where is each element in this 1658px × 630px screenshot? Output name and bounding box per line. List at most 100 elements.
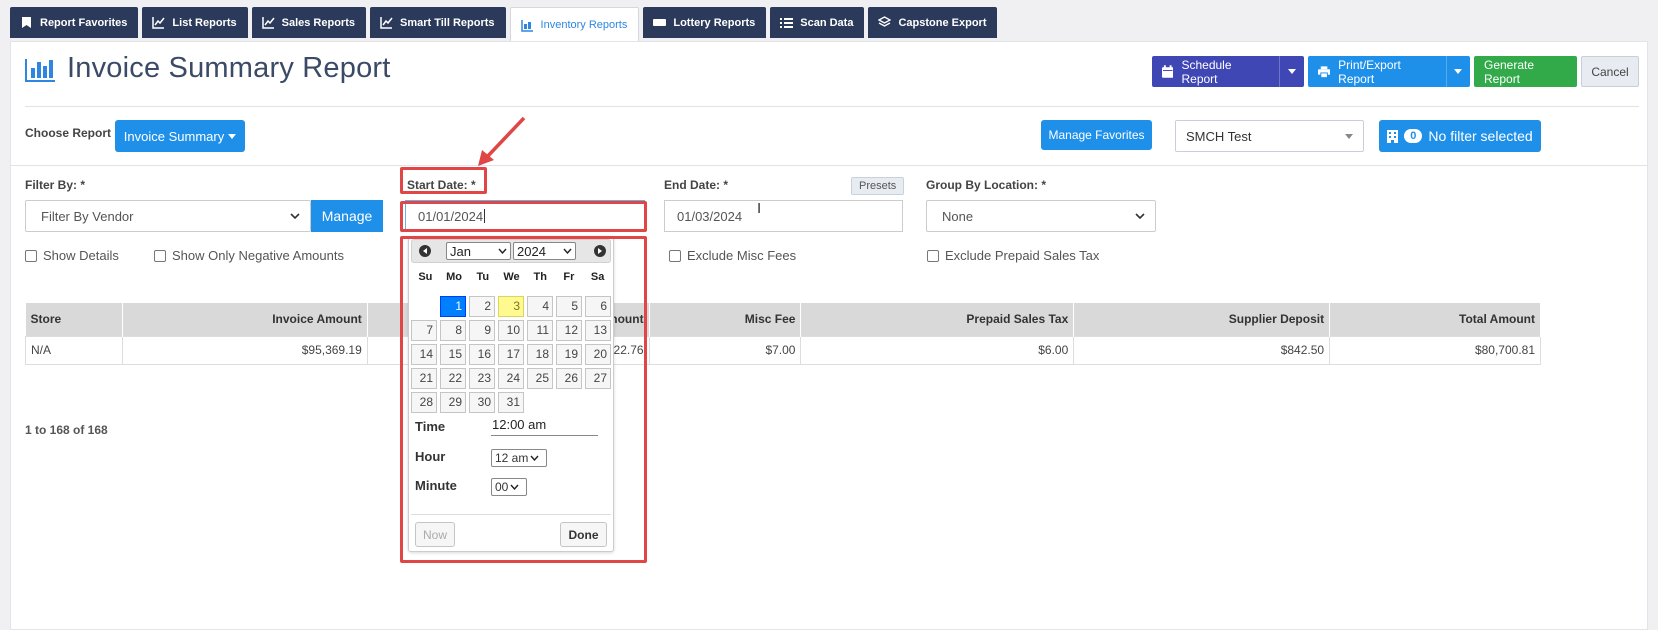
end-date-input[interactable]: 01/03/2024 — [664, 200, 903, 232]
tab-label: Sales Reports — [281, 16, 355, 29]
tab-scan-data[interactable]: Scan Data — [770, 7, 865, 38]
tab-inventory-reports[interactable]: Inventory Reports — [509, 7, 640, 42]
title-row: Invoice Summary Report — [25, 52, 391, 85]
table-cell: $80,700.81 — [1329, 335, 1541, 365]
tab-label: Scan Data — [800, 16, 854, 29]
tab-label: List Reports — [172, 16, 237, 29]
column-header[interactable]: Prepaid Sales Tax — [800, 303, 1075, 336]
choose-report-dropdown[interactable]: Invoice Summary — [115, 120, 245, 152]
tab-label: Inventory Reports — [540, 19, 628, 31]
caret-down-icon — [1454, 69, 1463, 74]
tab-capstone-export[interactable]: Capstone Export — [868, 7, 998, 38]
column-header[interactable]: Total Amount — [1329, 303, 1541, 336]
location-filter-button[interactable]: 0 No filter selected — [1379, 120, 1541, 152]
filter-count-badge: 0 — [1404, 129, 1423, 143]
column-header[interactable]: Invoice Amount — [122, 303, 368, 336]
report-panel: Invoice Summary Report Schedule Report P… — [10, 41, 1648, 630]
table-cell: $842.50 — [1073, 335, 1331, 365]
tab-lottery-reports[interactable]: Lottery Reports — [643, 7, 767, 38]
filter-by-label: Filter By: * — [25, 178, 86, 192]
table-cell: $6.00 — [800, 335, 1075, 365]
manage-filter-button[interactable]: Manage — [311, 200, 383, 232]
tab-label: Lottery Reports — [673, 16, 756, 29]
group-by-select[interactable]: None — [926, 200, 1156, 232]
column-header[interactable]: Store — [25, 303, 123, 336]
tab-label: Capstone Export — [898, 16, 987, 29]
manage-favorites-button[interactable]: Manage Favorites — [1041, 120, 1152, 150]
show-negative-checkbox[interactable]: Show Only Negative Amounts — [154, 248, 344, 263]
tab-label: Report Favorites — [40, 16, 128, 29]
schedule-report-button[interactable]: Schedule Report — [1152, 56, 1304, 87]
schedule-caret-button[interactable] — [1279, 56, 1304, 87]
store-select-value: SMCH Test — [1186, 128, 1252, 144]
caret-down-icon — [1288, 69, 1296, 74]
cancel-button[interactable]: Cancel — [1581, 56, 1639, 87]
bar-chart-icon — [25, 58, 55, 82]
start-date-input-highlight — [400, 201, 647, 232]
table-cell: N/A — [25, 335, 123, 365]
chart-line-icon — [261, 17, 275, 29]
generate-report-button[interactable]: Generate Report — [1474, 56, 1577, 87]
report-tabs: Report Favorites List Reports Sales Report… — [10, 7, 998, 42]
text-cursor-icon: I — [757, 200, 762, 217]
header-divider — [25, 106, 1639, 107]
tab-list-reports[interactable]: List Reports — [142, 7, 248, 38]
checkbox-label: Exclude Prepaid Sales Tax — [945, 248, 1100, 263]
table-row: N/A $95,369.19 22.76 $7.00 $6.00 $842.50… — [25, 335, 1541, 365]
caret-down-icon — [1345, 133, 1353, 139]
checkbox-box[interactable] — [927, 249, 939, 262]
print-caret-button[interactable] — [1445, 56, 1470, 87]
chevron-down-icon — [290, 213, 300, 219]
list-icon — [780, 18, 794, 28]
chart-line-icon — [152, 17, 166, 29]
layers-icon — [878, 16, 892, 27]
pagination-summary: 1 to 168 of 168 — [25, 423, 108, 437]
checkbox-box[interactable] — [25, 249, 37, 262]
checkbox-box[interactable] — [669, 249, 681, 262]
tab-label: Smart Till Reports — [399, 16, 495, 29]
ticket-icon — [653, 19, 667, 26]
print-export-button[interactable]: Print/Export Report — [1308, 56, 1470, 87]
printer-icon — [1318, 65, 1331, 78]
checkbox-label: Show Details — [43, 248, 119, 263]
annotation-arrow-icon — [478, 116, 526, 166]
end-date-label: End Date: * — [664, 178, 729, 192]
checkbox-label: Show Only Negative Amounts — [172, 248, 344, 263]
calendar-icon — [1162, 65, 1174, 78]
exclude-prepaid-tax-checkbox[interactable]: Exclude Prepaid Sales Tax — [927, 248, 1099, 263]
building-icon — [1387, 129, 1399, 143]
column-header[interactable]: Misc Fee — [649, 303, 802, 336]
exclude-misc-fees-checkbox[interactable]: Exclude Misc Fees — [669, 248, 796, 263]
inventory-icon — [520, 19, 533, 32]
filter-by-select[interactable]: Filter By Vendor — [25, 200, 311, 232]
table-cell: $7.00 — [648, 335, 802, 365]
summary-table: Store Invoice Amount amount Misc Fee Pre… — [25, 303, 1541, 365]
choose-report-label: Choose Report — [25, 126, 112, 140]
column-header[interactable]: Supplier Deposit — [1073, 303, 1331, 336]
caret-down-icon — [228, 133, 237, 139]
page-title: Invoice Summary Report — [67, 52, 391, 84]
filters-divider — [11, 165, 1647, 166]
header-actions: Schedule Report Print/Export Report Gene… — [1152, 56, 1639, 87]
print-export-label: Print/Export Report — [1338, 57, 1401, 86]
table-cell: $95,369.19 — [121, 335, 368, 365]
tab-smart-till-reports[interactable]: Smart Till Reports — [369, 7, 506, 38]
checkbox-label: Exclude Misc Fees — [687, 248, 797, 263]
date-picker-highlight — [400, 236, 647, 563]
start-date-label-highlight — [400, 167, 487, 194]
bookmark-icon — [22, 17, 31, 28]
filter-label: No filter selected — [1428, 128, 1533, 144]
show-details-checkbox[interactable]: Show Details — [25, 248, 119, 263]
choose-report-value: Invoice Summary — [123, 128, 225, 144]
checkbox-box[interactable] — [154, 249, 166, 262]
group-by-value: None — [942, 208, 974, 224]
tab-report-favorites[interactable]: Report Favorites — [10, 7, 139, 38]
chevron-down-icon — [1135, 213, 1145, 219]
schedule-report-label: Schedule Report — [1181, 57, 1232, 86]
group-by-label: Group By Location: * — [926, 178, 1046, 192]
filter-by-value: Filter By Vendor — [41, 208, 134, 224]
end-date-value: 01/03/2024 — [677, 208, 743, 224]
store-select[interactable]: SMCH Test — [1175, 120, 1364, 152]
tab-sales-reports[interactable]: Sales Reports — [251, 7, 366, 38]
presets-button[interactable]: Presets — [851, 177, 905, 195]
